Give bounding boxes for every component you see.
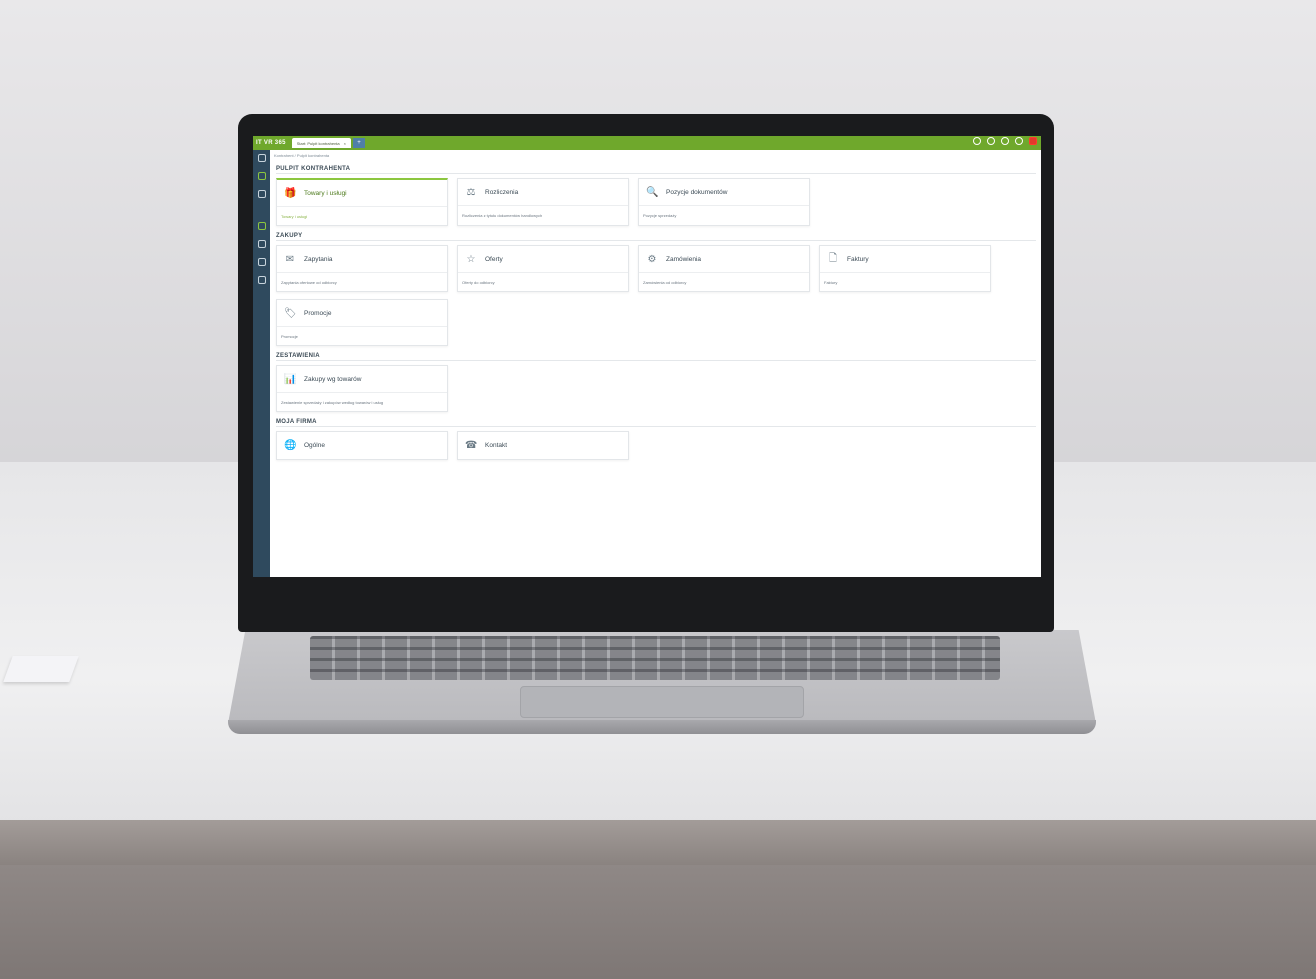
user-icon[interactable] [257,172,266,180]
card-subtitle-link[interactable]: Oferty do odbiorcy [458,273,628,291]
inquiry-icon: ✉ [285,253,295,265]
topbar-icons [973,137,1037,145]
notification-icon[interactable] [973,137,981,145]
card-title: Kontakt [485,442,508,449]
settlements-icon: ⚖ [466,186,476,198]
card-title: Ogólne [304,442,325,449]
card-row: 🎁 Towary i usługi Towary i usługi ⚖ Rozlicze… [276,178,1036,226]
card-title: Pozycje dokumentów [666,188,728,196]
dashboard-card[interactable]: 🔍 Pozycje dokumentów Pozycje sprzedaży [638,178,810,226]
card-subtitle-link[interactable]: Rozliczenia z tytułu dokumentów handlowy… [458,206,628,224]
dashboard-card[interactable]: ✉ Zapytania Zapytania ofertowe od odbiorcy [276,245,448,292]
tab-close-icon[interactable]: × [344,141,346,146]
dashboard-section: ZESTAWIENIA 📊 Zakupy wg towarów Zestawienie… [276,353,1036,412]
tag-icon: 🏷 [284,307,297,319]
laptop-trackpad [520,686,804,718]
card-title: Zapytania [304,255,333,263]
card-header[interactable]: ☎ Kontakt [458,432,628,459]
papers-on-desk [3,656,79,682]
app-topbar: IT VR 365 Start: Pulpit kontrahenta × + [253,136,1041,150]
card-header[interactable]: 📊 Zakupy wg towarów [277,366,447,393]
dashboard-section: ZAKUPY ✉ Zapytania Zapytania ofertowe od od… [276,233,1036,346]
card-title: Zamówienia [666,255,702,263]
tab-pulpit-kontrahenta[interactable]: Start: Pulpit kontrahenta × [291,138,351,148]
section-title: ZESTAWIENIA [276,353,1036,361]
gift-icon: 🎁 [284,187,297,199]
section-title: MOJA FIRMA [276,419,1036,427]
lock-icon[interactable] [257,222,266,230]
app-sidebar [253,150,270,577]
globe-icon: 🌐 [284,440,297,451]
card-header[interactable]: ☆ Oferty [458,246,628,273]
menu-icon[interactable] [257,154,266,162]
refresh-icon[interactable] [257,240,266,248]
dashboard-card[interactable]: ☎ Kontakt [457,431,629,460]
help-icon[interactable] [1001,137,1009,145]
settings-icon[interactable] [987,137,995,145]
card-subtitle-link[interactable]: Zamówienia od odbiorcy [639,273,809,291]
app-logo[interactable]: IT VR 365 [256,140,286,146]
card-subtitle-link[interactable]: Promocje [277,327,447,345]
star-icon: ☆ [466,253,476,265]
dashboard-card[interactable]: ⚖ Rozliczenia Rozliczenia z tytułu dokumen… [457,178,629,226]
card-header[interactable]: 🏷 Promocje [277,300,447,327]
chart-icon[interactable] [257,258,266,266]
dashboard-card[interactable]: 🗋 Faktury Faktury [819,245,991,292]
card-row: 📊 Zakupy wg towarów Zestawienie sprzedaży … [276,365,1036,412]
card-title: Faktury [847,255,869,263]
order-icon: ⚙ [647,253,657,265]
card-header[interactable]: ⚖ Rozliczenia [458,179,628,206]
card-title: Zakupy wg towarów [304,375,362,383]
report-icon: 📊 [284,373,297,385]
card-subtitle-link[interactable]: Pozycje sprzedaży [639,206,809,224]
card-title: Towary i usługi [304,189,347,197]
card-header[interactable]: 🔍 Pozycje dokumentów [639,179,809,206]
card-header[interactable]: 🌐 Ogólne [277,432,447,459]
power-icon[interactable] [1029,137,1037,145]
user-icon[interactable] [1015,137,1023,145]
card-subtitle-link[interactable]: Zapytania ofertowe od odbiorcy [277,273,447,291]
card-header[interactable]: ✉ Zapytania [277,246,447,273]
card-title: Rozliczenia [485,188,519,196]
desk-front [0,865,1316,979]
card-row: ✉ Zapytania Zapytania ofertowe od odbiorcy… [276,245,1036,292]
add-tab-button[interactable]: + [352,138,365,148]
dashboard-content: PULPIT KONTRAHENTA 🎁 Towary i usługi Towary… [276,166,1036,467]
home-icon[interactable] [257,276,266,284]
settings-icon[interactable] [257,190,266,198]
desk-edge [0,820,1316,865]
laptop-base-edge [228,720,1096,734]
invoice-icon: 🗋 [828,252,838,264]
dashboard-card[interactable]: ☆ Oferty Oferty do odbiorcy [457,245,629,292]
tab-label: Start: Pulpit kontrahenta [296,140,340,146]
section-title: PULPIT KONTRAHENTA [276,166,1036,174]
laptop-keyboard [310,636,1000,680]
card-header[interactable]: 🎁 Towary i usługi [277,180,447,207]
dashboard-card[interactable]: 🌐 Ogólne [276,431,448,460]
section-title: ZAKUPY [276,233,1036,241]
dashboard-card[interactable]: 🏷 Promocje Promocje [276,299,448,346]
card-subtitle-link[interactable]: Towary i usługi [277,207,447,225]
card-title: Promocje [304,309,332,317]
card-row: 🏷 Promocje Promocje [276,299,1036,346]
card-title: Oferty [485,255,503,263]
dashboard-section: MOJA FIRMA 🌐 Ogólne ☎ Kontakt [276,419,1036,460]
card-row: 🌐 Ogólne ☎ Kontakt [276,431,1036,460]
dashboard-card[interactable]: ⚙ Zamówienia Zamówienia od odbiorcy [638,245,810,292]
card-header[interactable]: 🗋 Faktury [820,246,990,273]
laptop-screen: IT VR 365 Start: Pulpit kontrahenta × + … [253,136,1041,577]
card-subtitle-link[interactable]: Faktury [820,273,990,291]
dashboard-card[interactable]: 📊 Zakupy wg towarów Zestawienie sprzedaży … [276,365,448,412]
document-search-icon: 🔍 [646,186,659,198]
dashboard-card[interactable]: 🎁 Towary i usługi Towary i usługi [276,178,448,226]
phone-icon: ☎ [465,440,478,451]
card-header[interactable]: ⚙ Zamówienia [639,246,809,273]
breadcrumb[interactable]: Kontrahent / Pulpit kontrahenta [274,153,329,158]
dashboard-section: PULPIT KONTRAHENTA 🎁 Towary i usługi Towary… [276,166,1036,226]
card-subtitle-link[interactable]: Zestawienie sprzedaży i zakupów według t… [277,393,447,411]
